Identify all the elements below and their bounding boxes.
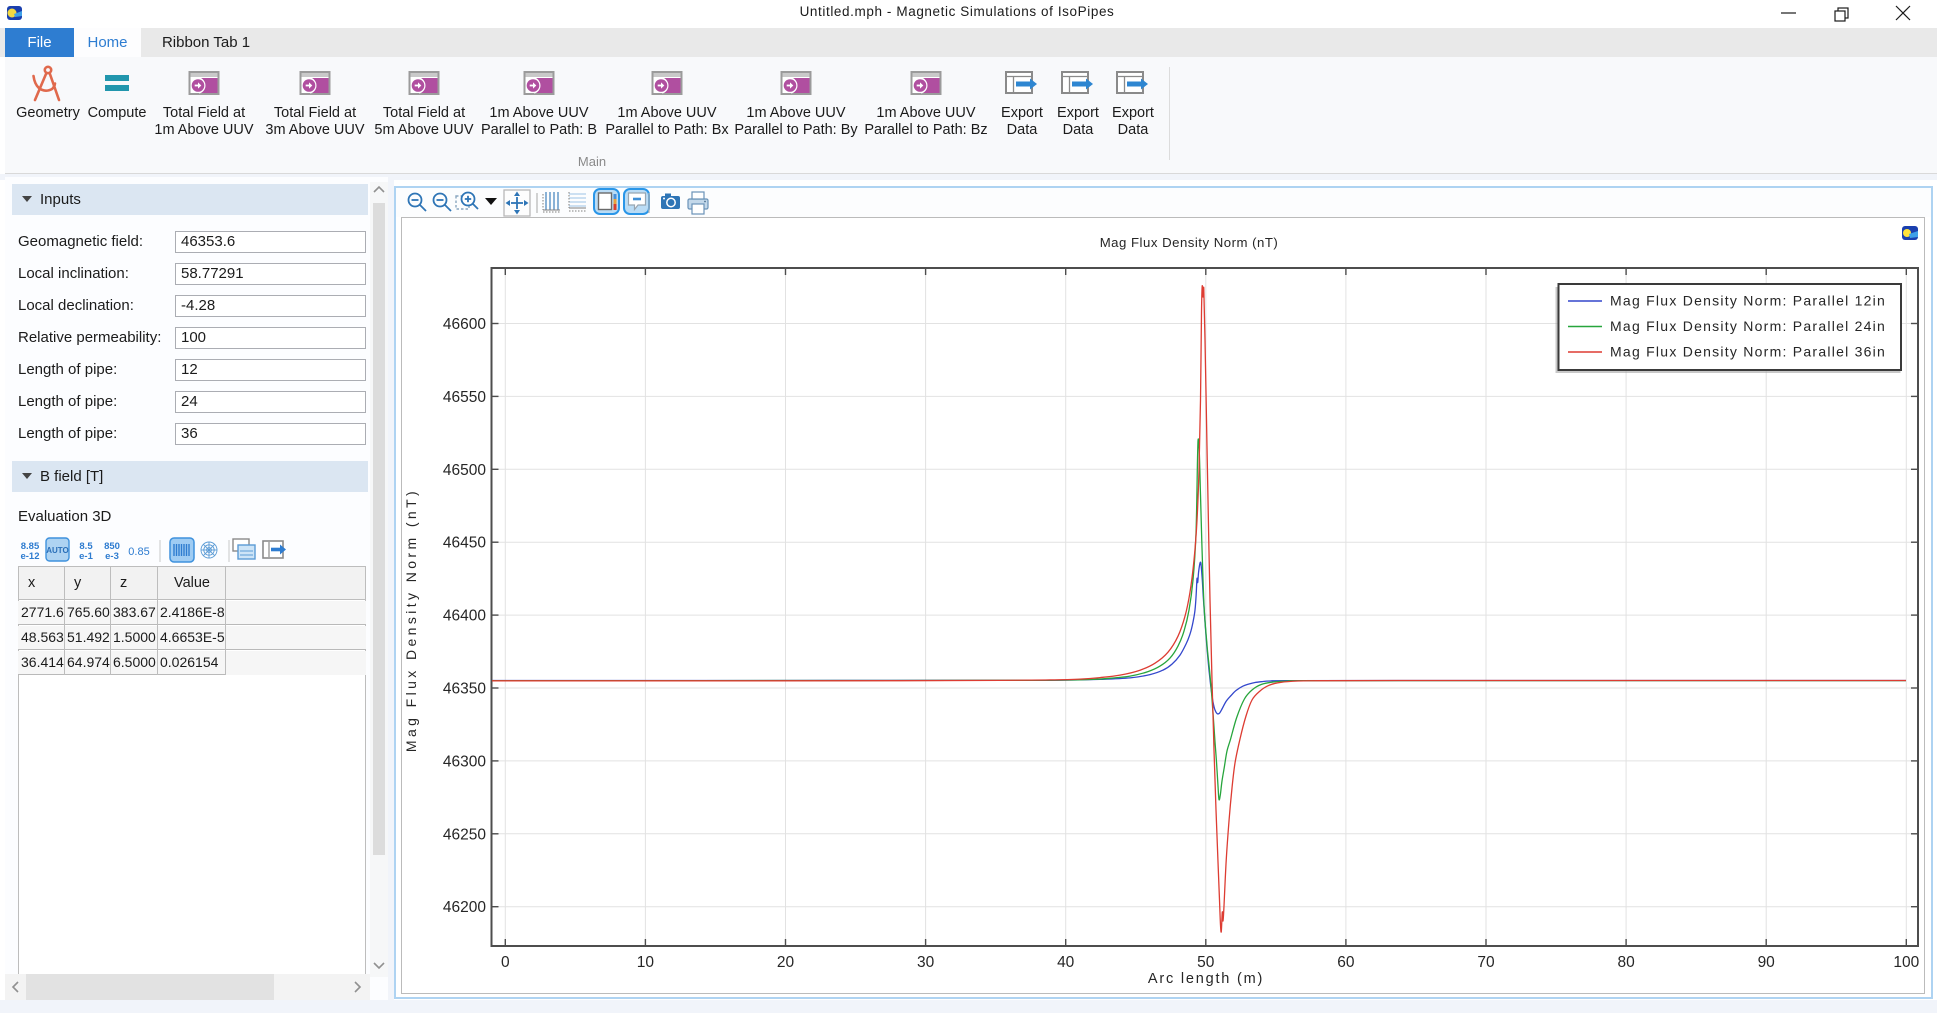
svg-text:Mag Flux Density Norm (nT): Mag Flux Density Norm (nT)	[403, 488, 419, 752]
svg-text:80: 80	[1617, 954, 1635, 971]
svg-text:0.85: 0.85	[128, 546, 149, 558]
svg-text:Mag Flux Density Norm: Paralle: Mag Flux Density Norm: Parallel 12in	[1610, 293, 1886, 309]
svg-text:0: 0	[501, 954, 510, 971]
svg-text:46550: 46550	[443, 389, 486, 406]
svg-text:46450: 46450	[443, 535, 486, 552]
svg-text:46300: 46300	[443, 753, 486, 770]
svg-text:46600: 46600	[443, 316, 486, 333]
svg-text:70: 70	[1477, 954, 1495, 971]
svg-text:20: 20	[777, 954, 795, 971]
svg-text:40: 40	[1057, 954, 1075, 971]
svg-text:46500: 46500	[443, 462, 486, 479]
svg-text:30: 30	[917, 954, 935, 971]
svg-text:10: 10	[637, 954, 655, 971]
svg-text:90: 90	[1758, 954, 1776, 971]
svg-text:e-1: e-1	[79, 551, 93, 562]
svg-text:60: 60	[1337, 954, 1355, 971]
svg-text:46400: 46400	[443, 608, 486, 625]
svg-text:Arc length (m): Arc length (m)	[1148, 971, 1264, 987]
svg-text:e-3: e-3	[105, 551, 119, 562]
svg-text:Mag Flux Density Norm: Paralle: Mag Flux Density Norm: Parallel 36in	[1610, 344, 1886, 360]
svg-text:50: 50	[1197, 954, 1215, 971]
svg-text:Mag Flux Density Norm: Paralle: Mag Flux Density Norm: Parallel 24in	[1610, 318, 1886, 334]
svg-text:Mag Flux Density Norm (nT): Mag Flux Density Norm (nT)	[1100, 235, 1279, 250]
svg-text:46250: 46250	[443, 826, 486, 843]
svg-text:46350: 46350	[443, 681, 486, 698]
svg-text:e-12: e-12	[20, 551, 39, 562]
svg-text:AUTO: AUTO	[46, 546, 69, 555]
svg-text:100: 100	[1893, 954, 1919, 971]
svg-text:46200: 46200	[443, 899, 486, 916]
